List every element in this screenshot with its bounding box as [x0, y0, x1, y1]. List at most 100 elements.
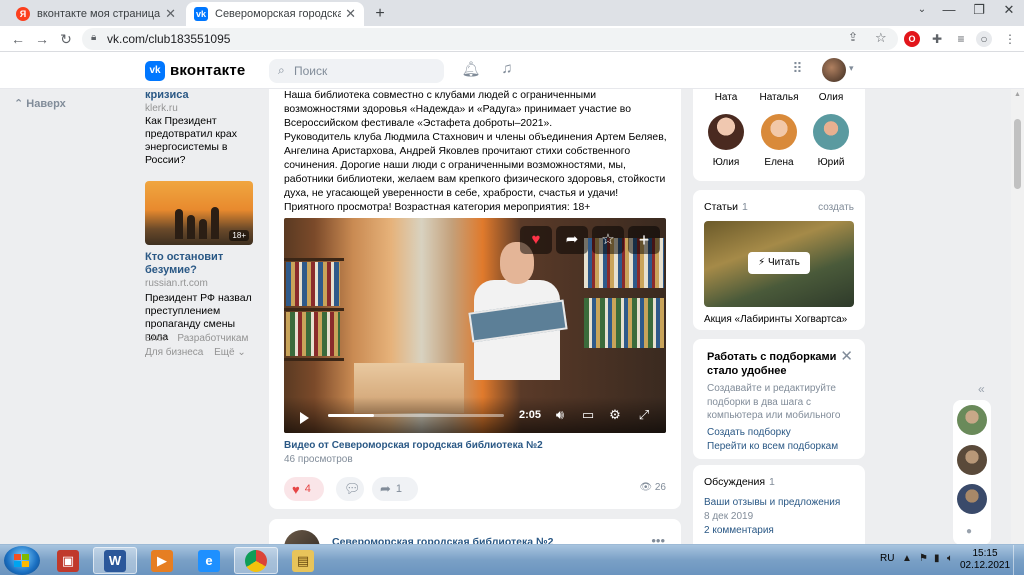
scrollbar-thumb[interactable] — [1014, 119, 1021, 189]
close-icon[interactable]: ✕ — [165, 6, 176, 22]
volume-icon[interactable]: 🔊︎ — [552, 407, 568, 423]
archive-app-icon: ▣ — [57, 549, 79, 572]
forward-arrow-icon[interactable]: → — [32, 29, 52, 49]
vk-brand-name[interactable]: вконтакте — [170, 62, 245, 79]
fullscreen-icon[interactable]: ⤢ — [636, 407, 652, 423]
ad-image[interactable]: 18+ — [145, 181, 253, 245]
read-label: Читать — [767, 257, 800, 268]
discussion-comments-link[interactable]: 2 комментария — [704, 525, 774, 536]
opera-extension-icon[interactable]: O — [904, 31, 920, 47]
create-collection-link[interactable]: Создать подборку — [707, 427, 791, 438]
article-cover-image[interactable]: ⚡︎ Читать — [704, 221, 854, 307]
video-add-plus-icon[interactable]: + — [628, 226, 660, 254]
video-favorite-star-icon[interactable]: ☆ — [592, 226, 624, 254]
video-like-heart-icon[interactable]: ♥ — [520, 226, 552, 254]
window-close-button[interactable]: ✕ — [992, 0, 1024, 26]
create-article-link[interactable]: создать — [818, 202, 854, 213]
extensions-puzzle-icon[interactable]: ✚ — [929, 31, 945, 47]
taskbar-app-chrome[interactable] — [234, 547, 278, 574]
play-icon[interactable] — [300, 412, 309, 424]
profile-icon[interactable]: ○ — [976, 31, 992, 47]
member-avatar[interactable] — [761, 114, 797, 150]
footer-link-more[interactable]: Ещё ⌄ — [214, 347, 246, 358]
maximize-button[interactable]: ❐ — [962, 0, 996, 26]
tab-yandex[interactable]: Я вконтакте моя страница — Янд ✕ — [8, 2, 184, 26]
bookmark-star-icon[interactable]: ☆ — [875, 30, 887, 46]
back-to-top-link[interactable]: ⌃ Наверх — [14, 97, 66, 110]
footer-link-blog[interactable]: Блог — [145, 333, 167, 344]
member-name[interactable]: Юрий — [806, 157, 856, 168]
reload-icon[interactable]: ↻ — [56, 29, 76, 49]
video-title-link[interactable]: Видео от Североморская городская библиот… — [284, 440, 543, 451]
music-note-icon[interactable]: ♫ — [497, 60, 517, 80]
network-icon[interactable]: ▮ — [934, 553, 940, 564]
show-desktop-button[interactable] — [1013, 545, 1024, 575]
article-title[interactable]: Акция «Лабиринты Хогвартса» — [704, 314, 847, 325]
member-name[interactable]: Олия — [806, 92, 856, 103]
comment-button[interactable]: 💬︎ — [336, 477, 364, 501]
member-name[interactable]: Елена — [754, 157, 804, 168]
search-input[interactable] — [294, 62, 434, 80]
ad-title[interactable]: Кто остановит безумие? — [145, 251, 255, 277]
taskbar-app-archive[interactable]: ▣ — [46, 547, 90, 574]
video-share-arrow-icon[interactable]: ➦ — [556, 226, 588, 254]
video-player[interactable]: ♥ ➦ ☆ + 2:05 🔊︎ ▭ ⚙ ⤢ — [284, 218, 666, 433]
footer-link-business[interactable]: Для бизнеса — [145, 347, 203, 358]
tray-arrow-icon[interactable]: ▲ — [902, 553, 912, 564]
all-collections-link[interactable]: Перейти ко всем подборкам — [707, 441, 838, 452]
miniplayer-icon[interactable]: ▭ — [580, 407, 596, 423]
user-avatar[interactable] — [822, 58, 846, 82]
taskbar-app-media[interactable]: ▶ — [140, 547, 184, 574]
collapse-chevron-icon[interactable]: « — [978, 382, 985, 396]
member-name[interactable]: Наталья — [754, 92, 804, 103]
chat-avatar[interactable] — [957, 445, 987, 475]
language-indicator[interactable]: RU — [880, 553, 894, 564]
share-button[interactable]: ➦ 1 — [372, 477, 418, 501]
like-button[interactable]: ♥ 4 — [284, 477, 324, 501]
discussions-header[interactable]: Обсуждения 1 — [704, 476, 775, 488]
member-avatar[interactable] — [708, 114, 744, 150]
chat-bubble-icon[interactable]: ● — [966, 526, 972, 537]
taskbar-app-word[interactable]: W — [93, 547, 137, 574]
member-avatar[interactable] — [813, 114, 849, 150]
page-scrollbar[interactable]: ▲ — [1011, 89, 1024, 544]
ad-block-1[interactable]: кризиса klerk.ru Как Президент предотвра… — [145, 89, 255, 167]
settings-gear-icon[interactable]: ⚙ — [607, 407, 623, 423]
ad-title[interactable]: кризиса — [145, 89, 255, 102]
ad-block-2[interactable]: 18+ Кто остановит безумие? russian.rt.co… — [145, 181, 255, 344]
volume-icon[interactable]: 🔈︎ — [947, 553, 953, 564]
notifications-bell-icon[interactable]: 🔔︎ — [461, 60, 481, 80]
discussion-topic-link[interactable]: Ваши отзывы и предложения — [704, 497, 840, 508]
apps-grid-icon[interactable]: ⠿ — [787, 60, 807, 80]
heart-icon: ♥ — [292, 481, 300, 497]
close-icon[interactable]: ✕ — [840, 347, 853, 365]
member-name[interactable]: Ната — [701, 92, 751, 103]
scroll-up-arrow-icon[interactable]: ▲ — [1014, 91, 1021, 98]
browser-menu-icon[interactable]: ⋮ — [1002, 31, 1018, 47]
new-tab-button[interactable]: + — [370, 4, 390, 24]
chat-avatar[interactable] — [957, 405, 987, 435]
read-button[interactable]: ⚡︎ Читать — [748, 252, 810, 274]
lock-icon[interactable]: 🔒︎ — [91, 32, 96, 43]
chat-avatar[interactable] — [957, 484, 987, 514]
media-control-icon[interactable]: ≡ — [953, 31, 969, 47]
share-icon[interactable]: ⇪ — [848, 30, 858, 44]
back-arrow-icon[interactable]: ← — [8, 29, 28, 49]
vk-logo-icon[interactable]: vk — [145, 61, 165, 81]
articles-header[interactable]: Статьи 1 — [704, 201, 748, 213]
ad-description: Как Президент предотвратил крах энергоси… — [145, 115, 237, 166]
member-name[interactable]: Юлия — [701, 157, 751, 168]
ad-domain: klerk.ru — [145, 103, 178, 114]
minimize-button[interactable]: — — [932, 0, 966, 26]
taskbar-app-ie[interactable]: e — [187, 547, 231, 574]
footer-link-developers[interactable]: Разработчикам — [177, 333, 248, 344]
taskbar-app-explorer[interactable]: ▤ — [281, 547, 325, 574]
close-icon[interactable]: ✕ — [345, 6, 356, 22]
flag-icon[interactable]: ⚑ — [919, 553, 928, 564]
address-bar[interactable]: 🔒︎ vk.com/club183551095 ⇪ ☆ — [82, 28, 898, 50]
system-clock[interactable]: 15:15 02.12.2021 — [960, 548, 1010, 572]
tab-vk[interactable]: vk Североморская городская библи ✕ — [186, 2, 364, 26]
video-progress-bar[interactable] — [328, 414, 504, 417]
start-button[interactable] — [4, 546, 40, 575]
chevron-down-icon[interactable]: ▾ — [849, 63, 854, 74]
